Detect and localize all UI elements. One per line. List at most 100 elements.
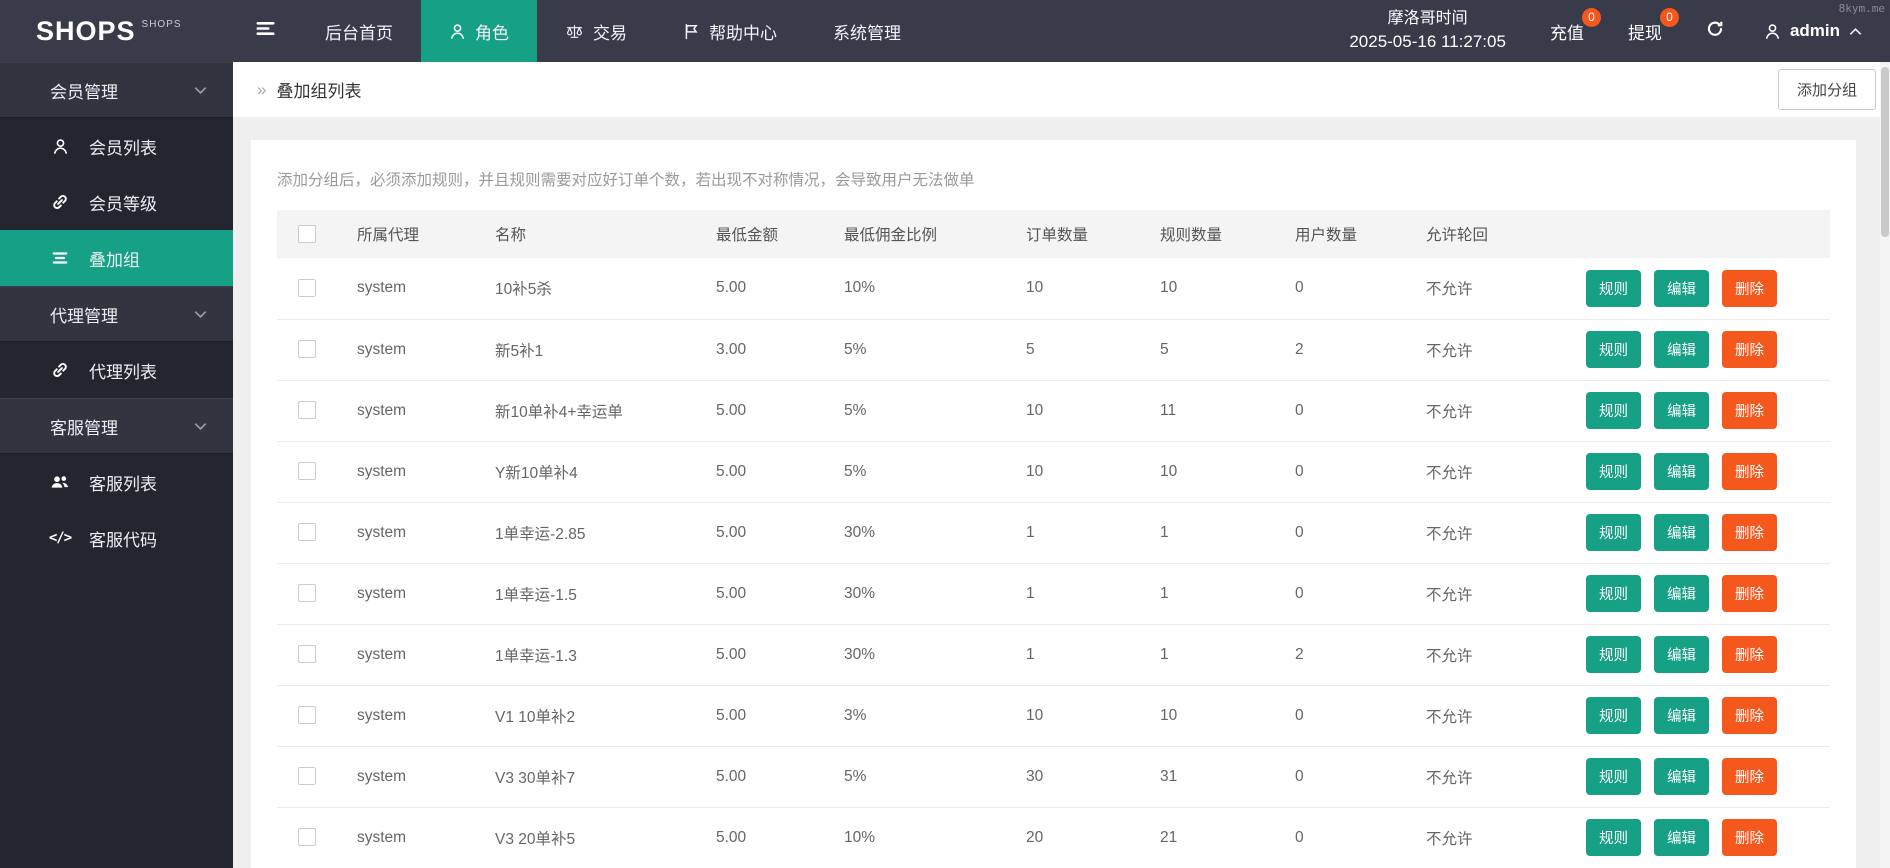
delete-button[interactable]: 删除	[1722, 270, 1777, 307]
rule-button[interactable]: 规则	[1586, 514, 1641, 551]
edit-button[interactable]: 编辑	[1654, 270, 1709, 307]
withdraw-link[interactable]: 提现 0	[1628, 19, 1662, 44]
table-cell: system	[337, 319, 475, 380]
row-checkbox[interactable]	[298, 645, 316, 663]
sidebar-item-agent-list[interactable]: 代理列表	[0, 342, 233, 398]
row-actions-cell: 规则编辑删除	[1568, 563, 1830, 624]
delete-button[interactable]: 删除	[1722, 514, 1777, 551]
scrollbar-thumb[interactable]	[1881, 67, 1889, 237]
table-row: system新5补13.005%552不允许规则编辑删除	[277, 319, 1830, 380]
table-cell: 5.00	[696, 624, 824, 685]
rule-button[interactable]: 规则	[1586, 331, 1641, 368]
row-checkbox[interactable]	[298, 828, 316, 846]
table-cell: 10%	[824, 807, 1006, 868]
nav-item-roles[interactable]: 角色	[421, 0, 537, 62]
nav-item-system[interactable]: 系统管理	[805, 0, 929, 62]
sidebar-toggle-button[interactable]	[233, 0, 297, 62]
rule-button[interactable]: 规则	[1586, 819, 1641, 856]
table-cell: 5.00	[696, 807, 824, 868]
link-icon	[48, 193, 72, 211]
table-cell: 2	[1275, 319, 1406, 380]
sidebar-item-service-management[interactable]: 客服管理	[0, 398, 233, 454]
row-checkbox-cell	[277, 502, 337, 563]
edit-button[interactable]: 编辑	[1654, 758, 1709, 795]
table-cell: 1单幸运-2.85	[475, 502, 696, 563]
row-actions-cell: 规则编辑删除	[1568, 624, 1830, 685]
table-cell: 10%	[824, 258, 1006, 319]
column-header: 最低金额	[696, 210, 824, 258]
edit-button[interactable]: 编辑	[1654, 697, 1709, 734]
delete-button[interactable]: 删除	[1722, 636, 1777, 673]
nav-item-trade[interactable]: 交易	[537, 0, 655, 62]
nav-item-dashboard[interactable]: 后台首页	[297, 0, 421, 62]
delete-button[interactable]: 删除	[1722, 697, 1777, 734]
row-checkbox[interactable]	[298, 279, 316, 297]
table-row: systemY新10单补45.005%10100不允许规则编辑删除	[277, 441, 1830, 502]
user-menu[interactable]: admin	[1764, 21, 1862, 41]
delete-button[interactable]: 删除	[1722, 331, 1777, 368]
rule-button[interactable]: 规则	[1586, 636, 1641, 673]
sidebar-item-agent-management[interactable]: 代理管理	[0, 286, 233, 342]
sidebar-item-member-management[interactable]: 会员管理	[0, 62, 233, 118]
rule-button[interactable]: 规则	[1586, 758, 1641, 795]
row-checkbox[interactable]	[298, 706, 316, 724]
row-checkbox[interactable]	[298, 401, 316, 419]
sidebar-item-member-list[interactable]: 会员列表	[0, 118, 233, 174]
sidebar-item-member-level[interactable]: 会员等级	[0, 174, 233, 230]
logo[interactable]: SHOPS SHOPS	[0, 0, 233, 62]
table-cell: 1	[1140, 624, 1275, 685]
refresh-button[interactable]	[1706, 20, 1724, 43]
sidebar-item-service-list[interactable]: 客服列表	[0, 454, 233, 510]
logo-text: SHOPS	[36, 16, 136, 47]
delete-button[interactable]: 删除	[1722, 575, 1777, 612]
breadcrumb: » 叠加组列表	[257, 77, 361, 102]
edit-button[interactable]: 编辑	[1654, 514, 1709, 551]
vertical-scrollbar[interactable]	[1880, 62, 1890, 868]
table-cell: 5%	[824, 319, 1006, 380]
table-cell: 1单幸运-1.3	[475, 624, 696, 685]
add-group-button[interactable]: 添加分组	[1778, 69, 1876, 110]
hamburger-icon	[256, 21, 275, 41]
rule-button[interactable]: 规则	[1586, 453, 1641, 490]
delete-button[interactable]: 删除	[1722, 758, 1777, 795]
row-checkbox-cell	[277, 563, 337, 624]
row-checkbox[interactable]	[298, 340, 316, 358]
table-row: system1单幸运-2.855.0030%110不允许规则编辑删除	[277, 502, 1830, 563]
table-cell: 5%	[824, 441, 1006, 502]
sidebar-item-service-code[interactable]: </>客服代码	[0, 510, 233, 566]
recharge-link[interactable]: 充值 0	[1550, 19, 1584, 44]
edit-button[interactable]: 编辑	[1654, 636, 1709, 673]
table-card: 添加分组后，必须添加规则，并且规则需要对应好订单个数，若出现不对称情况，会导致用…	[251, 140, 1856, 868]
row-checkbox[interactable]	[298, 523, 316, 541]
edit-button[interactable]: 编辑	[1654, 819, 1709, 856]
delete-button[interactable]: 删除	[1722, 453, 1777, 490]
edit-button[interactable]: 编辑	[1654, 392, 1709, 429]
delete-button[interactable]: 删除	[1722, 819, 1777, 856]
select-all-checkbox[interactable]	[298, 225, 316, 243]
table-row: system1单幸运-1.35.0030%112不允许规则编辑删除	[277, 624, 1830, 685]
edit-button[interactable]: 编辑	[1654, 331, 1709, 368]
table-cell: 11	[1140, 380, 1275, 441]
row-checkbox[interactable]	[298, 462, 316, 480]
table-cell: 30	[1006, 746, 1140, 807]
table-cell: 5%	[824, 380, 1006, 441]
person-icon	[48, 138, 72, 155]
table-row: systemV1 10单补25.003%10100不允许规则编辑删除	[277, 685, 1830, 746]
sidebar-item-overlay-group[interactable]: 叠加组	[0, 230, 233, 286]
rule-button[interactable]: 规则	[1586, 575, 1641, 612]
row-checkbox[interactable]	[298, 767, 316, 785]
rule-button[interactable]: 规则	[1586, 392, 1641, 429]
rule-button[interactable]: 规则	[1586, 270, 1641, 307]
navbar-right: 摩洛哥时间 2025-05-16 11:27:05 充值 0 提现 0 admi…	[1349, 0, 1890, 62]
rule-button[interactable]: 规则	[1586, 697, 1641, 734]
table-cell: system	[337, 685, 475, 746]
table-cell: 5.00	[696, 563, 824, 624]
table-cell: 21	[1140, 807, 1275, 868]
table-row: system新10单补4+幸运单5.005%10110不允许规则编辑删除	[277, 380, 1830, 441]
edit-button[interactable]: 编辑	[1654, 575, 1709, 612]
nav-item-help-center[interactable]: 帮助中心	[655, 0, 805, 62]
table-cell: 30%	[824, 502, 1006, 563]
row-checkbox[interactable]	[298, 584, 316, 602]
edit-button[interactable]: 编辑	[1654, 453, 1709, 490]
delete-button[interactable]: 删除	[1722, 392, 1777, 429]
